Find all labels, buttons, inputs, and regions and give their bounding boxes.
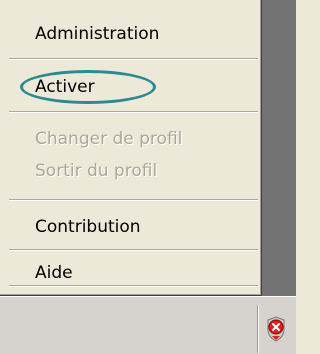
application-background [262, 0, 296, 296]
tray-divider [257, 305, 258, 353]
menu-item-aide[interactable]: Aide [35, 263, 73, 283]
menu-separator [9, 111, 258, 113]
menu-separator [9, 249, 258, 251]
context-menu: Administration Activer Changer de profil… [0, 0, 262, 296]
taskbar [0, 296, 296, 354]
menu-item-contribution[interactable]: Contribution [35, 217, 141, 237]
red-alert-tray-icon[interactable] [265, 316, 287, 342]
menu-item-administration[interactable]: Administration [35, 24, 159, 44]
menu-separator [9, 58, 258, 60]
menu-separator [9, 285, 258, 287]
menu-item-sortir-du-profil: Sortir du profil [35, 161, 158, 181]
highlight-annotation-ellipse [20, 70, 156, 104]
menu-item-changer-de-profil: Changer de profil [35, 129, 183, 149]
menu-separator [9, 199, 258, 201]
